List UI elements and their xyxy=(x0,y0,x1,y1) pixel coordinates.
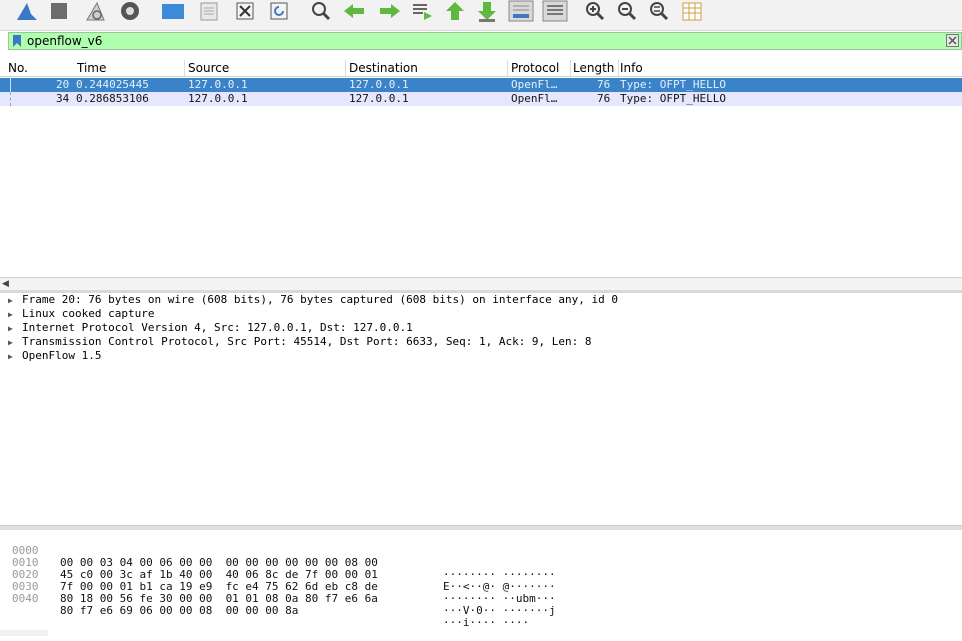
column-header-source[interactable]: Source xyxy=(188,61,229,75)
shark-fin-start-icon[interactable] xyxy=(14,0,40,22)
resize-columns-icon[interactable] xyxy=(680,0,706,22)
packet-protocol: OpenFl… xyxy=(511,92,558,105)
column-separator xyxy=(507,60,508,76)
packet-protocol: OpenFl… xyxy=(511,78,558,91)
normal-size-icon[interactable] xyxy=(648,0,674,22)
packet-row-selected[interactable]: 20 0.244025445 127.0.0.1 127.0.0.1 OpenF… xyxy=(0,78,962,92)
packet-details-pane: ▶ Frame 20: 76 bytes on wire (608 bits), … xyxy=(0,293,962,523)
go-first-icon[interactable] xyxy=(444,0,470,22)
column-header-destination[interactable]: Destination xyxy=(349,61,418,75)
restart-capture-icon[interactable] xyxy=(84,0,110,22)
auto-scroll-icon[interactable] xyxy=(508,0,534,22)
bytes-gutter xyxy=(0,630,48,636)
zoom-out-icon[interactable] xyxy=(616,0,642,22)
bytes-hex: 80 f7 e6 69 06 00 00 08 00 00 00 8a xyxy=(60,604,299,617)
detail-openflow[interactable]: ▶ OpenFlow 1.5 xyxy=(8,349,101,364)
packet-destination: 127.0.0.1 xyxy=(349,78,409,91)
packet-time: 0.286853106 xyxy=(76,92,149,105)
expand-arrow-icon[interactable]: ▶ xyxy=(8,294,22,308)
go-last-icon[interactable] xyxy=(476,0,502,22)
packet-list: No. Time Source Destination Protocol Len… xyxy=(0,60,962,275)
detail-text: Transmission Control Protocol, Src Port:… xyxy=(22,335,592,348)
packet-time: 0.244025445 xyxy=(76,78,149,91)
packet-no: 34 xyxy=(56,92,70,105)
bytes-ascii: ···i···· ···· xyxy=(443,616,530,629)
bookmark-icon[interactable] xyxy=(12,35,22,47)
stop-capture-icon[interactable] xyxy=(48,0,74,22)
display-filter-bar[interactable]: openflow_v6 xyxy=(8,32,962,50)
detail-ipv4[interactable]: ▶ Internet Protocol Version 4, Src: 127.0… xyxy=(8,321,413,336)
detail-tcp[interactable]: ▶ Transmission Control Protocol, Src Port… xyxy=(8,335,592,350)
close-file-icon[interactable] xyxy=(234,0,260,22)
packet-source: 127.0.0.1 xyxy=(188,92,248,105)
open-file-icon[interactable] xyxy=(160,0,186,22)
colorize-icon[interactable] xyxy=(542,0,568,22)
go-back-icon[interactable] xyxy=(342,0,368,22)
column-header-no[interactable]: No. xyxy=(8,61,28,75)
detail-text: OpenFlow 1.5 xyxy=(22,349,102,362)
column-header-protocol[interactable]: Protocol xyxy=(511,61,559,75)
packet-list-horizontal-scrollbar[interactable]: ◀ xyxy=(0,277,962,291)
packet-info: Type: OFPT_HELLO xyxy=(620,92,726,105)
bytes-offset: 0040 xyxy=(12,592,39,605)
packet-info: Type: OFPT_HELLO xyxy=(620,78,726,91)
detail-linux-cooked[interactable]: ▶ Linux cooked capture xyxy=(8,307,154,322)
expand-arrow-icon[interactable]: ▶ xyxy=(8,308,22,322)
detail-frame[interactable]: ▶ Frame 20: 76 bytes on wire (608 bits), … xyxy=(8,293,618,308)
packet-no: 20 xyxy=(56,78,70,91)
detail-text: Internet Protocol Version 4, Src: 127.0.… xyxy=(22,321,413,334)
main-toolbar xyxy=(0,0,962,31)
go-to-packet-icon[interactable] xyxy=(410,0,436,22)
packet-source: 127.0.0.1 xyxy=(188,78,248,91)
reload-file-icon[interactable] xyxy=(268,0,294,22)
go-forward-icon[interactable] xyxy=(376,0,402,22)
scroll-left-icon[interactable]: ◀ xyxy=(2,279,9,289)
related-packet-indicator xyxy=(10,92,12,106)
zoom-in-icon[interactable] xyxy=(584,0,610,22)
expand-arrow-icon[interactable]: ▶ xyxy=(8,322,22,336)
clear-filter-icon[interactable] xyxy=(946,34,959,47)
column-separator xyxy=(570,60,571,76)
column-separator xyxy=(345,60,346,76)
packet-length: 76 xyxy=(597,92,611,105)
capture-options-icon[interactable] xyxy=(118,0,144,22)
expand-arrow-icon[interactable]: ▶ xyxy=(8,336,22,350)
detail-text: Frame 20: 76 bytes on wire (608 bits), 7… xyxy=(22,293,619,306)
column-header-length[interactable]: Length xyxy=(573,61,614,75)
packet-row[interactable]: 34 0.286853106 127.0.0.1 127.0.0.1 OpenF… xyxy=(0,92,962,106)
packet-bytes-pane: 0000 00 00 03 04 00 06 00 00 00 00 00 00… xyxy=(0,530,962,636)
column-separator xyxy=(184,60,185,76)
related-packet-indicator xyxy=(10,78,11,92)
packet-length: 76 xyxy=(597,78,611,91)
expand-arrow-icon[interactable]: ▶ xyxy=(8,350,22,364)
detail-text: Linux cooked capture xyxy=(22,307,155,320)
column-header-time[interactable]: Time xyxy=(77,61,106,75)
column-separator xyxy=(618,60,619,76)
find-packet-icon[interactable] xyxy=(310,0,336,22)
save-file-icon[interactable] xyxy=(198,0,224,22)
display-filter-input[interactable]: openflow_v6 xyxy=(27,33,102,49)
column-header-info[interactable]: Info xyxy=(620,61,643,75)
packet-destination: 127.0.0.1 xyxy=(349,92,409,105)
packet-list-header: No. Time Source Destination Protocol Len… xyxy=(0,60,962,77)
